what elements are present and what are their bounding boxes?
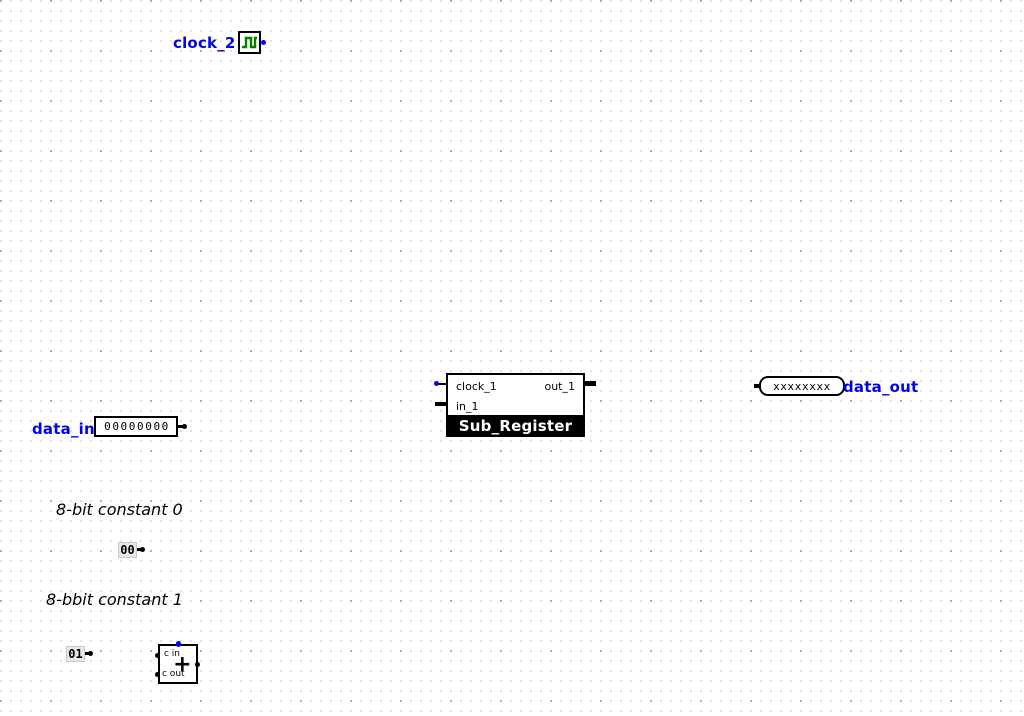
sub-register-title: Sub_Register <box>446 415 585 437</box>
comment-constant-1: 8-bbit constant 1 <box>46 590 183 609</box>
constant-1-value[interactable]: 01 <box>66 646 85 662</box>
adder-bottom-port[interactable] <box>176 642 181 647</box>
data-in-pin[interactable]: 00000000 <box>94 416 178 437</box>
adder-right-port-sum[interactable] <box>195 662 200 667</box>
data-out-pin[interactable]: xxxxxxxx <box>759 376 845 396</box>
schematic-canvas[interactable]: clock_2 data_in 00000000 clock_1 in_1 ou… <box>0 0 1024 716</box>
constant-0-output-port[interactable] <box>140 547 145 552</box>
sub-register-body: clock_1 in_1 out_1 <box>446 373 585 415</box>
comment-constant-0: 8-bit constant 0 <box>56 500 183 519</box>
data-in-output-port[interactable] <box>182 424 187 429</box>
constant-1-output-port[interactable] <box>88 651 93 656</box>
port-label-in-1: in_1 <box>456 400 479 413</box>
adder-plus-symbol: + <box>173 651 192 677</box>
data-in-label: data_in <box>32 420 95 438</box>
constant-0-value[interactable]: 00 <box>118 542 137 558</box>
sub-register-block[interactable]: clock_1 in_1 out_1 Sub_Register <box>434 373 596 437</box>
clock-label: clock_2 <box>173 34 236 52</box>
data-out-label: data_out <box>843 378 919 396</box>
port-label-clock-1: clock_1 <box>456 380 497 393</box>
port-label-out-1: out_1 <box>544 380 575 393</box>
clock-waveform-icon[interactable] <box>238 31 261 54</box>
clock-1-input-port[interactable] <box>434 381 439 386</box>
adder-block[interactable]: c in c out + <box>158 644 198 684</box>
clock-output-port[interactable] <box>261 40 266 45</box>
adder-left-port-a[interactable] <box>155 653 160 658</box>
adder-left-port-b[interactable] <box>155 672 160 677</box>
